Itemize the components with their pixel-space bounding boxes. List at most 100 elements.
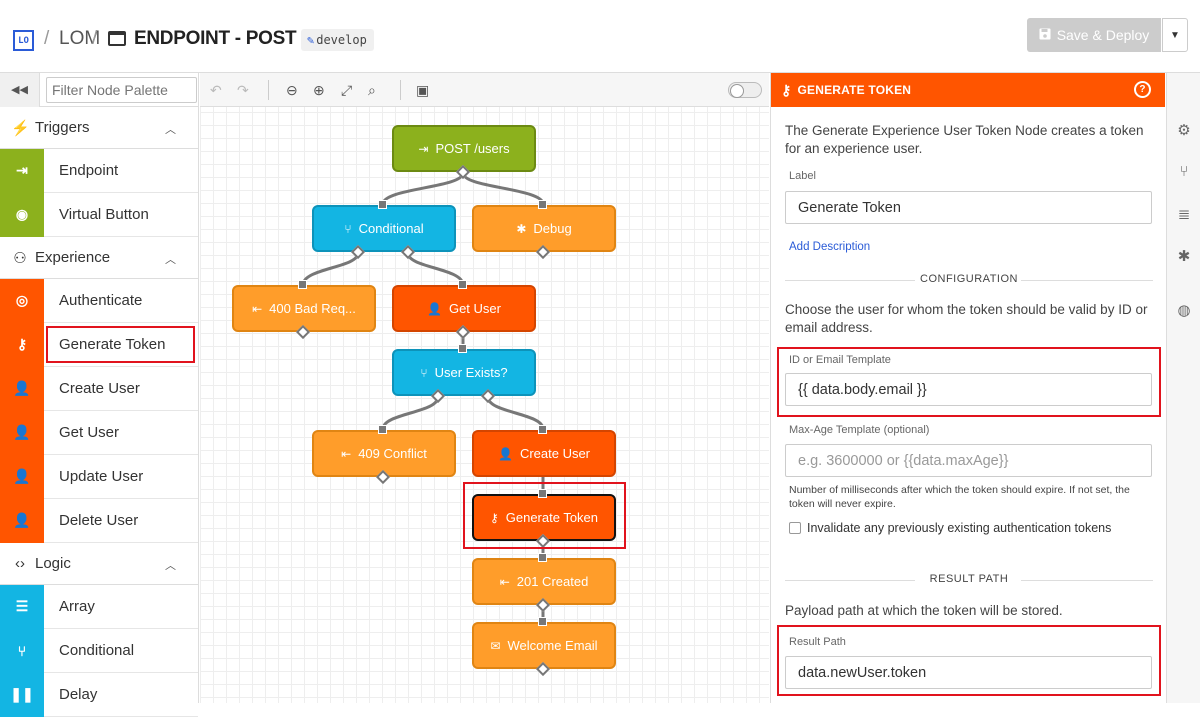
node-properties-panel: ⚷ GENERATE TOKEN ? The Generate Experien… bbox=[770, 73, 1165, 703]
user-plus-icon: 👤 bbox=[0, 366, 44, 411]
zoom-out-icon[interactable]: ⊖ bbox=[286, 82, 298, 99]
palette-item-array[interactable]: ☰ Array bbox=[0, 584, 198, 629]
key-icon: ⚷ bbox=[0, 322, 44, 367]
filter-node-palette-input[interactable] bbox=[46, 76, 197, 103]
palette-item-delete-user[interactable]: 👤 Delete User bbox=[0, 498, 198, 543]
palette-item-label: Array bbox=[59, 598, 95, 615]
undo-icon[interactable]: ↶ bbox=[210, 82, 222, 99]
section-title: CONFIGURATION bbox=[920, 273, 1018, 285]
palette-item-update-user[interactable]: 👤 Update User bbox=[0, 454, 198, 499]
palette-item-label: Update User bbox=[59, 468, 144, 485]
highlight-box bbox=[777, 625, 1161, 696]
input-port[interactable] bbox=[378, 200, 387, 209]
highlight-box bbox=[463, 482, 626, 549]
invalidate-tokens-checkbox[interactable] bbox=[789, 522, 801, 534]
node-label: POST /users bbox=[435, 141, 510, 156]
app-logo[interactable]: LO bbox=[13, 30, 34, 51]
input-port[interactable] bbox=[298, 280, 307, 289]
configuration-description: Choose the user for whom the token shoul… bbox=[785, 302, 1148, 335]
debug-toggle[interactable] bbox=[728, 82, 762, 98]
fit-screen-icon[interactable]: ⤢ bbox=[341, 82, 352, 99]
lightning-icon: ⚡ bbox=[11, 119, 30, 137]
zoom-in-icon[interactable]: ⊕ bbox=[313, 82, 325, 99]
input-port[interactable] bbox=[458, 280, 467, 289]
flow-node-create-user[interactable]: 👤 Create User bbox=[472, 430, 616, 477]
key-icon: ⚷ bbox=[781, 81, 792, 98]
palette-item-label: Endpoint bbox=[59, 162, 119, 179]
redo-icon[interactable]: ↷ bbox=[237, 82, 249, 99]
category-logic[interactable]: ‹› Logic ︿ bbox=[0, 543, 198, 585]
palette-item-delay[interactable]: ❚❚ Delay bbox=[0, 672, 198, 717]
experience-icon: ⚇ bbox=[13, 249, 27, 267]
breadcrumb-separator: / bbox=[92, 28, 98, 49]
panel-header: ⚷ GENERATE TOKEN ? bbox=[771, 73, 1165, 107]
node-label: User Exists? bbox=[434, 365, 508, 380]
user-edit-icon: 👤 bbox=[0, 454, 44, 499]
chevron-up-icon: ︿ bbox=[165, 254, 176, 266]
envelope-icon: ✉ bbox=[490, 638, 501, 653]
user-search-icon: 👤 bbox=[427, 301, 442, 316]
save-deploy-label: Save & Deploy bbox=[1056, 27, 1150, 43]
bug-icon[interactable]: ✱ bbox=[1175, 247, 1193, 265]
label-field-label: Label bbox=[789, 170, 816, 182]
double-chevron-left-icon: ◀◀ bbox=[11, 84, 28, 96]
max-age-template-input[interactable]: e.g. 3600000 or {{data.maxAge}} bbox=[785, 444, 1152, 477]
palette-item-virtual-button[interactable]: ◉ Virtual Button bbox=[0, 192, 198, 237]
input-port[interactable] bbox=[378, 425, 387, 434]
input-port[interactable] bbox=[538, 553, 547, 562]
flow-node-conditional[interactable]: ⑂ Conditional bbox=[312, 205, 456, 252]
category-triggers[interactable]: ⚡ Triggers ︿ bbox=[0, 107, 198, 149]
palette-item-authenticate[interactable]: ◎ Authenticate bbox=[0, 278, 198, 323]
palette-item-create-user[interactable]: 👤 Create User bbox=[0, 366, 198, 411]
node-label: 400 Bad Req... bbox=[269, 301, 356, 316]
endpoint-icon: ⇥ bbox=[418, 141, 429, 156]
highlight-box bbox=[46, 326, 195, 363]
fork-icon: ⑂ bbox=[420, 365, 428, 380]
save-icon bbox=[1039, 27, 1051, 43]
input-port[interactable] bbox=[538, 617, 547, 626]
input-port[interactable] bbox=[538, 425, 547, 434]
response-icon: ⇤ bbox=[252, 301, 263, 316]
add-comment-icon[interactable]: ▣ bbox=[416, 82, 429, 99]
fork-icon: ⑂ bbox=[0, 628, 44, 673]
gear-icon[interactable]: ⚙ bbox=[1175, 121, 1193, 139]
flow-node-user-exists[interactable]: ⑂ User Exists? bbox=[392, 349, 536, 396]
branch-badge[interactable]: ✎ develop bbox=[301, 29, 374, 51]
deploy-options-button[interactable]: ▼ bbox=[1162, 18, 1188, 52]
add-description-link[interactable]: Add Description bbox=[789, 241, 870, 253]
globe-icon[interactable]: ◍ bbox=[1175, 301, 1193, 319]
pencil-icon: ✎ bbox=[307, 33, 315, 47]
palette-item-generate-token[interactable]: ⚷ Generate Token bbox=[0, 322, 198, 367]
palette-item-label: Create User bbox=[59, 380, 140, 397]
palette-item-label: Conditional bbox=[59, 642, 135, 659]
save-deploy-button[interactable]: Save & Deploy bbox=[1027, 18, 1161, 52]
pause-icon: ❚❚ bbox=[0, 672, 44, 717]
user-minus-icon: 👤 bbox=[0, 498, 44, 543]
category-experience[interactable]: ⚇ Experience ︿ bbox=[0, 237, 198, 279]
right-sidebar-rail: ⚙ ⑂ ≣ ✱ ◍ bbox=[1166, 73, 1200, 703]
palette-item-conditional[interactable]: ⑂ Conditional bbox=[0, 628, 198, 673]
workflow-canvas[interactable]: ↶ ↷ ⊖ ⊕ ⤢ ⌕ ▣ ⇥ POST /users ⑂ Conditional … bbox=[200, 73, 769, 703]
max-age-label: Max-Age Template (optional) bbox=[789, 424, 930, 436]
database-icon[interactable]: ≣ bbox=[1175, 205, 1193, 223]
input-port[interactable] bbox=[458, 344, 467, 353]
result-path-description: Payload path at which the token will be … bbox=[785, 603, 1063, 618]
help-icon[interactable]: ? bbox=[1134, 81, 1151, 98]
invalidate-tokens-label[interactable]: Invalidate any previously existing authe… bbox=[807, 521, 1111, 535]
node-label: Create User bbox=[519, 446, 591, 461]
node-description: The Generate Experience User Token Node … bbox=[785, 123, 1144, 156]
search-icon[interactable]: ⌕ bbox=[368, 82, 376, 99]
category-label: Experience bbox=[35, 249, 111, 266]
highlight-box bbox=[777, 347, 1161, 417]
chevron-up-icon: ︿ bbox=[165, 560, 176, 572]
node-label: Debug bbox=[533, 221, 572, 236]
palette-item-label: Virtual Button bbox=[59, 206, 149, 223]
input-port[interactable] bbox=[538, 200, 547, 209]
palette-item-endpoint[interactable]: ⇥ Endpoint bbox=[0, 148, 198, 193]
palette-item-get-user[interactable]: 👤 Get User bbox=[0, 410, 198, 455]
git-branch-icon[interactable]: ⑂ bbox=[1175, 163, 1193, 180]
label-input[interactable]: Generate Token bbox=[785, 191, 1152, 224]
collapse-palette-button[interactable]: ◀◀ bbox=[0, 72, 40, 107]
top-header: LO / LOM / ENDPOINT - POST /USERS ✎ devel… bbox=[0, 0, 1200, 73]
panel-title: GENERATE TOKEN bbox=[797, 83, 912, 97]
